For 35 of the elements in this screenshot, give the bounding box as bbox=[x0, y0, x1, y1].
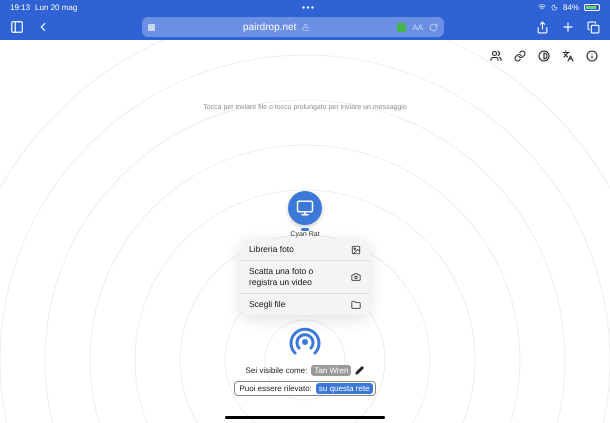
tab-square-icon bbox=[148, 24, 155, 30]
device-name[interactable]: Tan Wren bbox=[311, 365, 352, 376]
tabs-icon[interactable] bbox=[587, 20, 600, 34]
peer-indicator bbox=[301, 228, 309, 231]
plus-icon[interactable] bbox=[561, 20, 575, 34]
status-time: 19:13 bbox=[10, 2, 30, 12]
discovery-scope[interactable]: su questa rete bbox=[316, 383, 373, 394]
theme-icon[interactable] bbox=[538, 50, 550, 62]
wifi-icon bbox=[538, 3, 546, 11]
link-icon[interactable] bbox=[514, 50, 526, 62]
photos-icon bbox=[351, 244, 361, 255]
more-dots-icon[interactable] bbox=[302, 6, 314, 8]
text-size-button[interactable]: AA bbox=[412, 22, 424, 32]
discovery-label: Puoi essere rilevato: bbox=[239, 384, 312, 394]
url-text: pairdrop.net bbox=[242, 22, 296, 32]
folder-icon bbox=[351, 300, 361, 310]
status-date: Lun 20 mag bbox=[35, 2, 78, 12]
share-icon[interactable] bbox=[536, 20, 549, 34]
monitor-icon bbox=[296, 199, 314, 217]
battery-percent: 84% bbox=[562, 2, 579, 12]
moon-icon bbox=[550, 4, 558, 10]
visible-as-label: Sei visibile come: bbox=[246, 366, 308, 376]
menu-item[interactable]: Scatta una foto o registra un video bbox=[240, 260, 370, 294]
sidebar-icon[interactable] bbox=[10, 20, 24, 34]
menu-item[interactable]: Scegli file bbox=[240, 293, 370, 316]
address-bar[interactable]: pairdrop.net AA bbox=[142, 17, 444, 37]
language-icon[interactable] bbox=[562, 50, 574, 62]
lock-icon bbox=[302, 24, 310, 30]
menu-item[interactable]: Libreria foto bbox=[240, 239, 370, 260]
pencil-icon[interactable] bbox=[355, 366, 364, 376]
info-icon[interactable] bbox=[586, 50, 598, 62]
battery-icon bbox=[584, 4, 600, 10]
users-icon[interactable] bbox=[490, 50, 502, 62]
camera-icon bbox=[351, 272, 361, 282]
peer-avatar[interactable] bbox=[288, 191, 322, 225]
